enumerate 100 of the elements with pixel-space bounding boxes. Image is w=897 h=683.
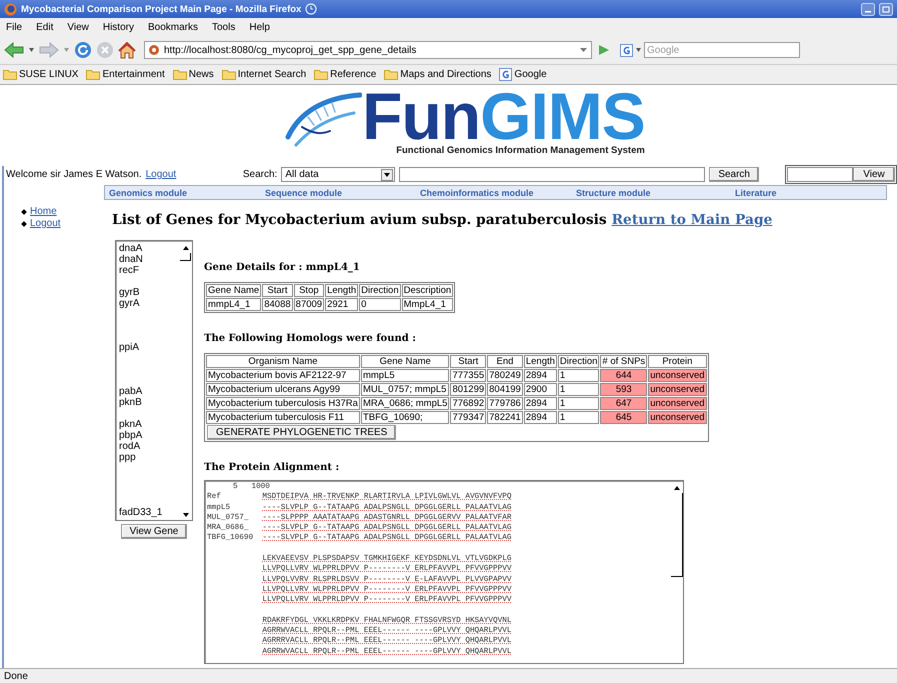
- table-cell: 801299: [450, 383, 486, 396]
- gene-listbox[interactable]: dnaA dnaN recF gyrB gyrA ppiA pabA pknB pknA pbpA rodA ppp fadD33_1: [115, 240, 193, 521]
- module-link[interactable]: Literature: [735, 188, 777, 198]
- table-cell: 87009: [294, 298, 324, 311]
- view-button[interactable]: View: [853, 167, 895, 182]
- column-header: Direction: [558, 355, 600, 368]
- gene-option[interactable]: pknA: [119, 419, 180, 430]
- bookmark-item[interactable]: Google: [499, 68, 547, 81]
- table-cell: 777355: [450, 369, 486, 382]
- scrollbar-thumb[interactable]: [180, 253, 191, 261]
- welcome-text: Welcome sir James E Watson.: [6, 169, 142, 180]
- gene-option[interactable]: ppp: [119, 452, 180, 463]
- table-cell: 804199: [487, 383, 523, 396]
- folder-icon: [384, 69, 398, 80]
- clock-icon: [305, 3, 318, 15]
- bookmark-item[interactable]: Maps and Directions: [384, 69, 492, 80]
- table-cell: 2900: [524, 383, 557, 396]
- menu-item[interactable]: Edit: [36, 22, 54, 32]
- table-cell: 782241: [487, 411, 523, 424]
- search-button[interactable]: Search: [709, 167, 759, 182]
- table-cell: 593: [600, 383, 648, 396]
- table-cell: 2894: [524, 411, 557, 424]
- column-header: End: [487, 355, 523, 368]
- address-field[interactable]: http://localhost:8080/cg_mycoproj_get_spp_gene_details: [144, 41, 592, 59]
- menu-item[interactable]: File: [6, 22, 22, 32]
- view-gene-button[interactable]: View Gene: [120, 524, 188, 539]
- folder-icon: [314, 69, 328, 80]
- bookmark-item[interactable]: Reference: [314, 69, 376, 80]
- bullet-icon: [21, 209, 27, 215]
- home-icon[interactable]: [118, 42, 136, 58]
- minimize-icon[interactable]: [861, 2, 875, 16]
- gene-option[interactable]: recF: [119, 265, 180, 276]
- status-text: Done: [4, 670, 28, 682]
- table-cell: 1: [558, 411, 600, 424]
- section-title: The Following Homologs were found :: [204, 333, 417, 344]
- search-field[interactable]: Google: [644, 42, 800, 58]
- back-arrow-icon[interactable]: [4, 42, 24, 58]
- bookmark-item[interactable]: News: [172, 69, 214, 80]
- column-header: Gene Name: [360, 355, 450, 368]
- gene-option[interactable]: pabA: [119, 386, 180, 397]
- gene-option[interactable]: dnaA: [119, 243, 180, 254]
- gene-option[interactable]: ppiA: [119, 342, 180, 353]
- bookmark-item[interactable]: Entertainment: [86, 69, 165, 80]
- sidebar-link[interactable]: Logout: [30, 218, 61, 230]
- return-link[interactable]: Return to Main Page: [612, 212, 772, 228]
- table-cell: 2894: [524, 397, 557, 410]
- table-cell: Mycobacterium bovis AF2122-97: [206, 369, 360, 382]
- sidebar-link[interactable]: Home: [30, 206, 57, 218]
- column-header: Stop: [294, 284, 324, 297]
- gene-option[interactable]: rodA: [119, 441, 180, 452]
- gene-option[interactable]: gyrB: [119, 287, 180, 298]
- table-cell: mmpL4_1: [206, 298, 262, 311]
- bookmark-item[interactable]: SUSE LINUX: [3, 69, 78, 80]
- menu-item[interactable]: History: [102, 22, 134, 32]
- table-cell: 2921: [325, 298, 358, 311]
- module-link[interactable]: Genomics module: [109, 188, 265, 198]
- gene-option[interactable]: pbpA: [119, 430, 180, 441]
- table-cell: 1: [558, 383, 600, 396]
- column-header: Start: [450, 355, 486, 368]
- dropdown-icon[interactable]: [28, 47, 35, 53]
- go-arrow-icon[interactable]: [596, 43, 610, 57]
- generate-trees-button[interactable]: GENERATE PHYLOGENETIC TREES: [207, 425, 396, 440]
- column-header: # of SNPs: [600, 355, 648, 368]
- column-header: Length: [524, 355, 557, 368]
- table-cell: 780249: [487, 369, 523, 382]
- gene-option[interactable]: gyrA: [119, 298, 180, 309]
- scope-select[interactable]: All data: [281, 167, 396, 182]
- menu-item[interactable]: Tools: [212, 22, 236, 32]
- menu-item[interactable]: Help: [249, 22, 270, 32]
- module-link[interactable]: Structure module: [576, 188, 735, 198]
- dropdown-icon: [381, 168, 394, 180]
- dropdown-icon[interactable]: [579, 46, 588, 54]
- section-title: Gene Details for : mmpL4_1: [204, 262, 361, 273]
- scrollbar-thumb[interactable]: [671, 493, 683, 577]
- maximize-icon[interactable]: [879, 2, 893, 16]
- table-cell: 1: [558, 369, 600, 382]
- table-cell: unconserved: [648, 383, 707, 396]
- google-icon: [620, 44, 633, 56]
- table-cell: 647: [600, 397, 648, 410]
- search-field[interactable]: [399, 167, 706, 182]
- gene-option[interactable]: pknB: [119, 397, 180, 408]
- menu-item[interactable]: Bookmarks: [148, 22, 198, 32]
- table-cell: MmpL4_1: [402, 298, 454, 311]
- google-icon: [499, 68, 512, 81]
- module-link[interactable]: Chemoinformatics module: [420, 188, 576, 198]
- dropdown-icon[interactable]: [635, 47, 642, 53]
- bookmark-item[interactable]: Internet Search: [222, 69, 306, 80]
- column-header: Length: [325, 284, 358, 297]
- bullet-icon: [21, 221, 27, 227]
- gene-option[interactable]: fadD33_1: [119, 507, 180, 518]
- table-cell: 1: [558, 397, 600, 410]
- view-field[interactable]: [787, 167, 853, 182]
- gene-option[interactable]: dnaN: [119, 254, 180, 265]
- module-link[interactable]: Sequence module: [265, 188, 420, 198]
- logout-link[interactable]: Logout: [146, 169, 176, 180]
- column-header: Start: [262, 284, 293, 297]
- menu-item[interactable]: View: [67, 22, 89, 32]
- table-cell: MUL_0757; mmpL5: [360, 383, 450, 396]
- table-cell: Mycobacterium tuberculosis F11: [206, 411, 360, 424]
- reload-icon[interactable]: [74, 41, 92, 59]
